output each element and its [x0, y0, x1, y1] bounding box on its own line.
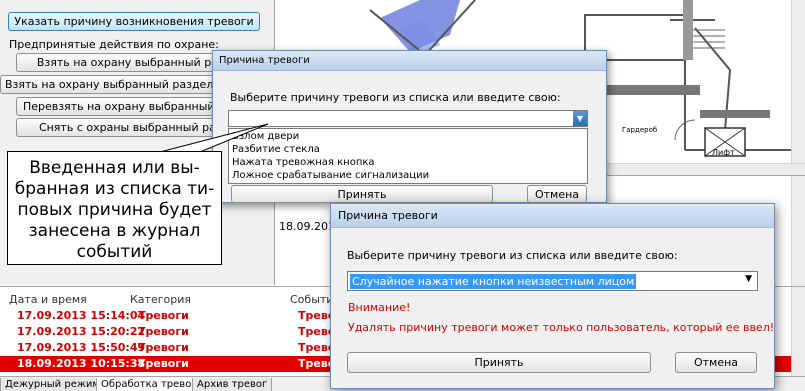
dropdown-option[interactable]: Взлом двери [232, 130, 584, 143]
dialog-prompt: Выберите причину тревоги из списка или в… [347, 249, 678, 262]
actions-title: Предпринятые действия по охране: [9, 38, 219, 51]
chevron-down-icon[interactable]: ▼ [573, 111, 587, 126]
alarm-reason-dialog-small: Причина тревоги Выберите причину тревоги… [212, 50, 607, 203]
tab-alarm-archive[interactable]: Архив тревог [192, 378, 273, 391]
table-scrollbar[interactable] [791, 287, 805, 377]
dropdown-option[interactable]: Нажата тревожная кнопка [232, 156, 584, 169]
column-header-category[interactable]: Категория [130, 293, 191, 306]
accept-button[interactable]: Принять [347, 352, 651, 373]
thick-wall [700, 110, 770, 118]
specify-alarm-reason-button[interactable]: Указать причину возникновения тревоги [8, 12, 260, 31]
warning-title: Внимание! [348, 301, 411, 314]
cell-category: Тревоги [138, 341, 189, 354]
plan-vertical-scrollbar[interactable] [791, 0, 805, 175]
dropdown-option[interactable]: Ложное срабатывание сигнализации [232, 169, 584, 182]
cell-datetime: 17.09.2013 15:14:04 [17, 309, 146, 322]
alarm-reason-dialog: Причина тревоги Выберите причину тревоги… [330, 203, 775, 389]
reason-dropdown-list: Взлом двери Разбитие стекла Нажата трево… [228, 128, 588, 184]
cancel-button[interactable]: Отмена [675, 352, 757, 373]
tab-duty-mode[interactable]: Дежурный режим [0, 378, 105, 391]
cell-datetime: 17.09.2013 15:20:22 [17, 325, 146, 338]
reason-combobox[interactable]: ▼ [228, 110, 588, 127]
dialog-titlebar[interactable]: Причина тревоги [213, 51, 606, 71]
warning-text: Удалять причину тревоги может только пол… [348, 321, 775, 334]
callout-annotation: Введенная или вы-бранная из списка ти-по… [7, 151, 222, 265]
reason-combobox-value[interactable]: Случайное нажатие кнопки неизвестным лиц… [350, 274, 637, 289]
cell-datetime: 18.09.2013 10:15:38 [17, 357, 146, 370]
cell-category: Тревоги [138, 357, 189, 370]
wall-line [694, 27, 732, 141]
chevron-down-icon[interactable]: ▼ [745, 274, 752, 284]
dialog-prompt: Выберите причину тревоги из списка или в… [230, 91, 561, 104]
dialog-titlebar[interactable]: Причина тревоги [331, 204, 774, 228]
cell-datetime: 17.09.2013 15:50:49 [17, 341, 146, 354]
column-header-datetime[interactable]: Дата и время [9, 293, 87, 306]
tab-alarm-processing[interactable]: Обработка тревог [96, 378, 202, 391]
accept-button[interactable]: Принять [231, 185, 493, 203]
detail-scrollbar[interactable] [791, 176, 805, 286]
cell-category: Тревоги [138, 325, 189, 338]
dropdown-option[interactable]: Разбитие стекла [232, 143, 584, 156]
cell-category: Тревоги [138, 309, 189, 322]
cancel-button[interactable]: Отмена [527, 185, 587, 203]
dialog-title: Причина тревоги [338, 209, 438, 222]
room-label-lift: Лифт [712, 148, 735, 157]
reason-combobox[interactable]: Случайное нажатие кнопки неизвестным лиц… [347, 271, 758, 291]
room-label-wardrobe: Гардероб [622, 126, 657, 134]
dialog-title: Причина тревоги [219, 55, 310, 66]
thick-wall [683, 0, 693, 60]
